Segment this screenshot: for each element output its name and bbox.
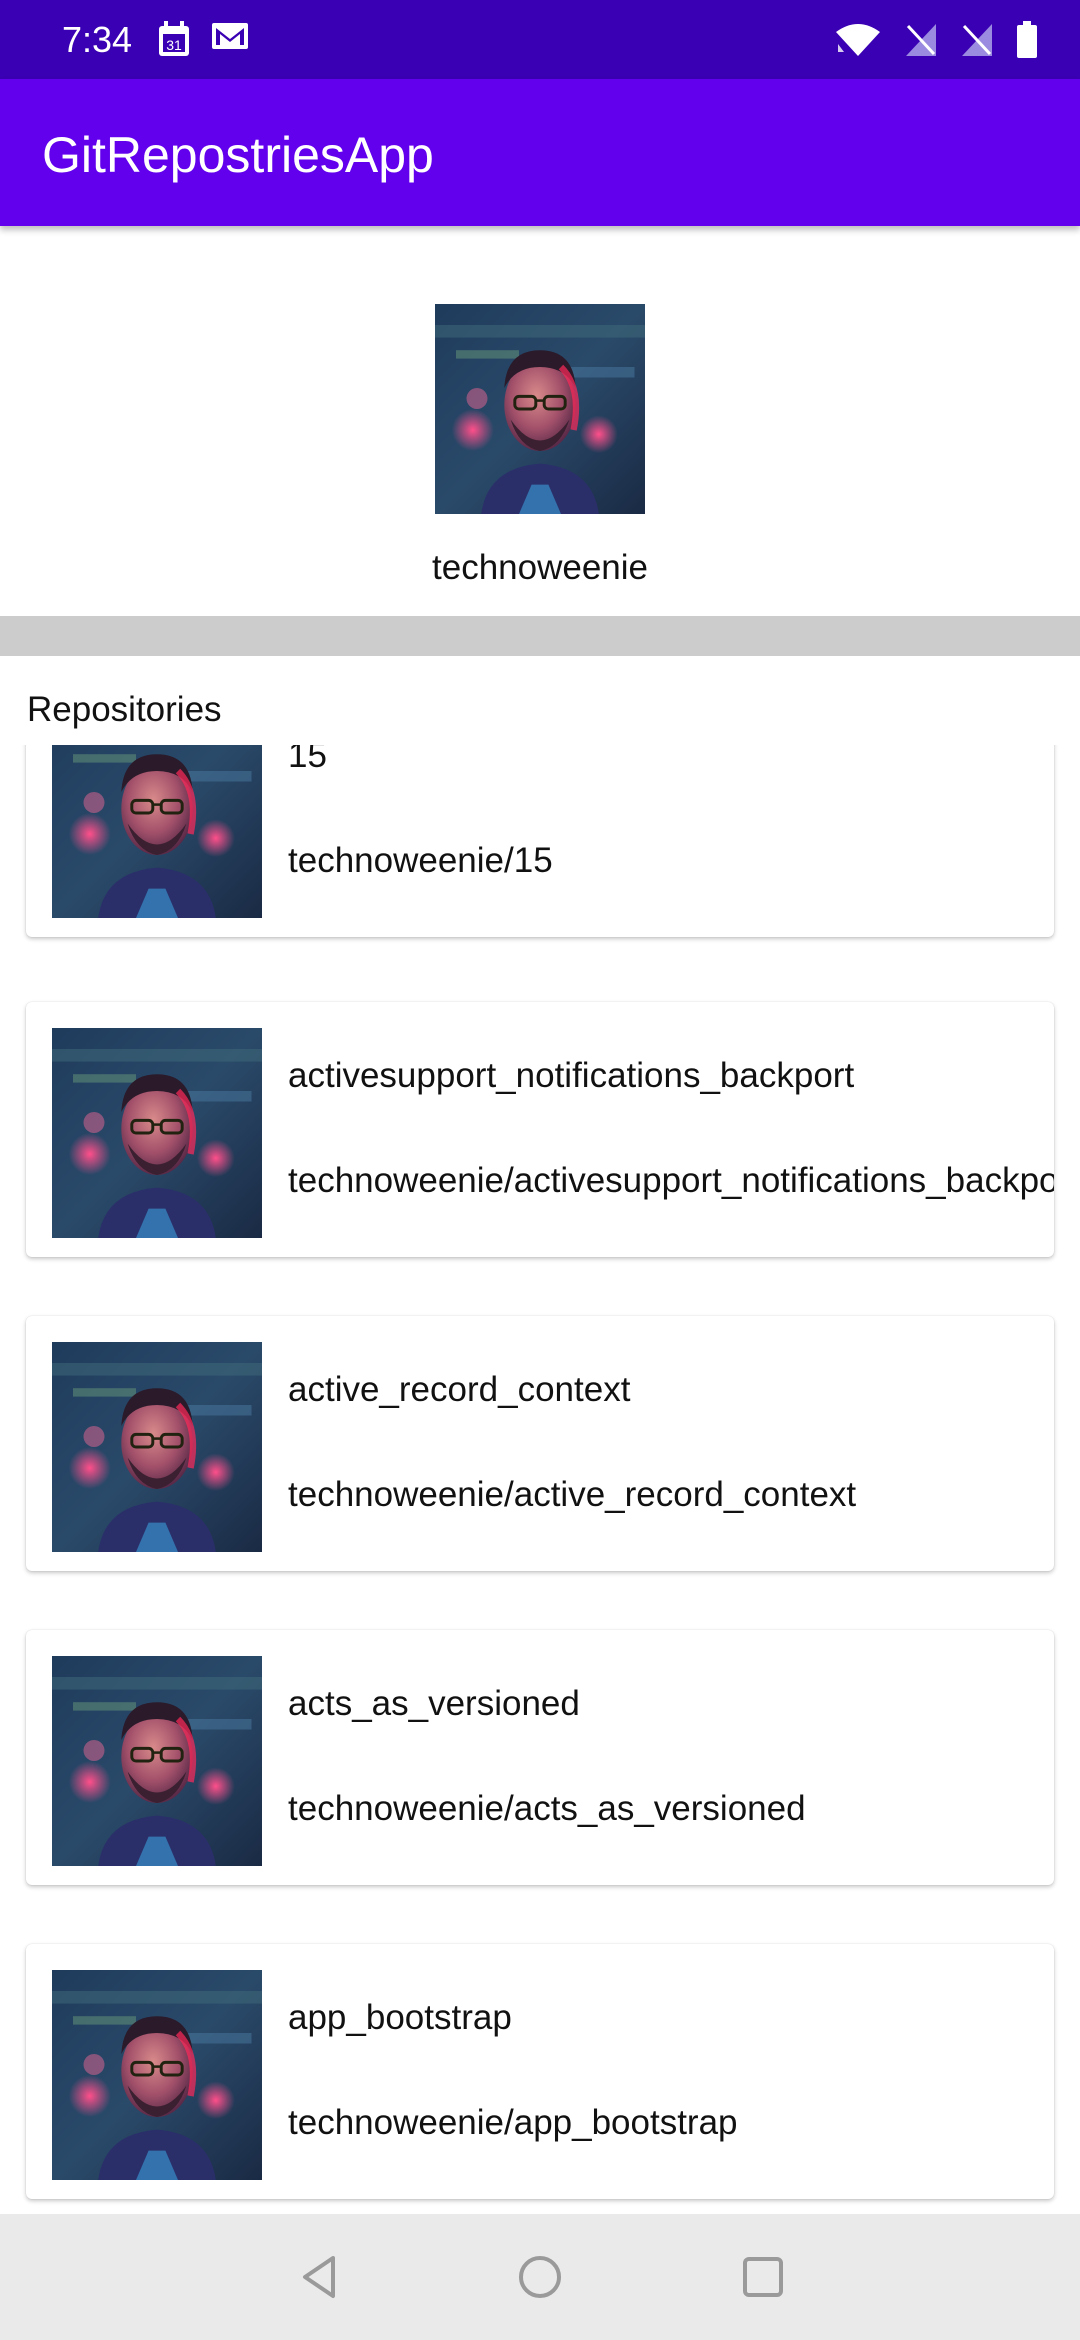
signal-off-icon — [960, 22, 994, 58]
repo-avatar — [52, 1342, 262, 1552]
signal-off-icon — [904, 22, 938, 58]
app-title: GitRepostriesApp — [42, 127, 434, 183]
battery-icon — [1016, 21, 1038, 59]
svg-text:31: 31 — [166, 37, 182, 53]
repository-card[interactable]: app_bootstrap technoweenie/app_bootstrap — [26, 1944, 1054, 2199]
system-nav-bar — [0, 2214, 1080, 2340]
back-icon[interactable] — [295, 2252, 345, 2302]
home-icon[interactable] — [515, 2252, 565, 2302]
wifi-icon — [834, 22, 882, 58]
status-bar: 7:34 31 — [0, 0, 1080, 79]
recents-icon[interactable] — [738, 2252, 788, 2302]
repositories-header: Repositories — [27, 690, 222, 729]
status-time: 7:34 — [62, 19, 133, 60]
repository-list[interactable]: 15 technoweenie/15 activesupport_notific… — [0, 745, 1080, 2215]
user-profile: technoweenie — [0, 226, 1080, 616]
avatar[interactable] — [435, 304, 645, 514]
repository-card[interactable]: activesupport_notifications_backport tec… — [26, 1002, 1054, 1257]
repository-card[interactable]: acts_as_versioned technoweenie/acts_as_v… — [26, 1630, 1054, 1885]
repo-full-name: technoweenie/acts_as_versioned — [288, 1789, 806, 1828]
repo-name: 15 — [288, 745, 327, 775]
calendar-icon: 31 — [156, 20, 192, 60]
repository-card[interactable]: active_record_context technoweenie/activ… — [26, 1316, 1054, 1571]
repo-avatar — [52, 745, 262, 918]
repo-avatar — [52, 1656, 262, 1866]
repo-full-name: technoweenie/active_record_context — [288, 1475, 857, 1514]
repo-name: active_record_context — [288, 1370, 631, 1409]
repo-avatar — [52, 1970, 262, 2180]
repo-name: activesupport_notifications_backport — [288, 1056, 855, 1095]
status-notification-icons: 31 — [156, 20, 250, 60]
repository-card[interactable]: 15 technoweenie/15 — [26, 745, 1054, 937]
repo-full-name: technoweenie/app_bootstrap — [288, 2103, 738, 2142]
gmail-icon — [210, 20, 250, 60]
repo-full-name: technoweenie/15 — [288, 841, 553, 880]
repo-full-name: technoweenie/activesupport_notifications… — [288, 1161, 1054, 1200]
status-system-icons — [834, 18, 1038, 62]
repo-avatar — [52, 1028, 262, 1238]
app-bar: GitRepostriesApp — [0, 79, 1080, 226]
repo-name: app_bootstrap — [288, 1998, 512, 2037]
section-divider — [0, 616, 1080, 656]
profile-username: technoweenie — [432, 548, 648, 587]
repo-name: acts_as_versioned — [288, 1684, 580, 1723]
